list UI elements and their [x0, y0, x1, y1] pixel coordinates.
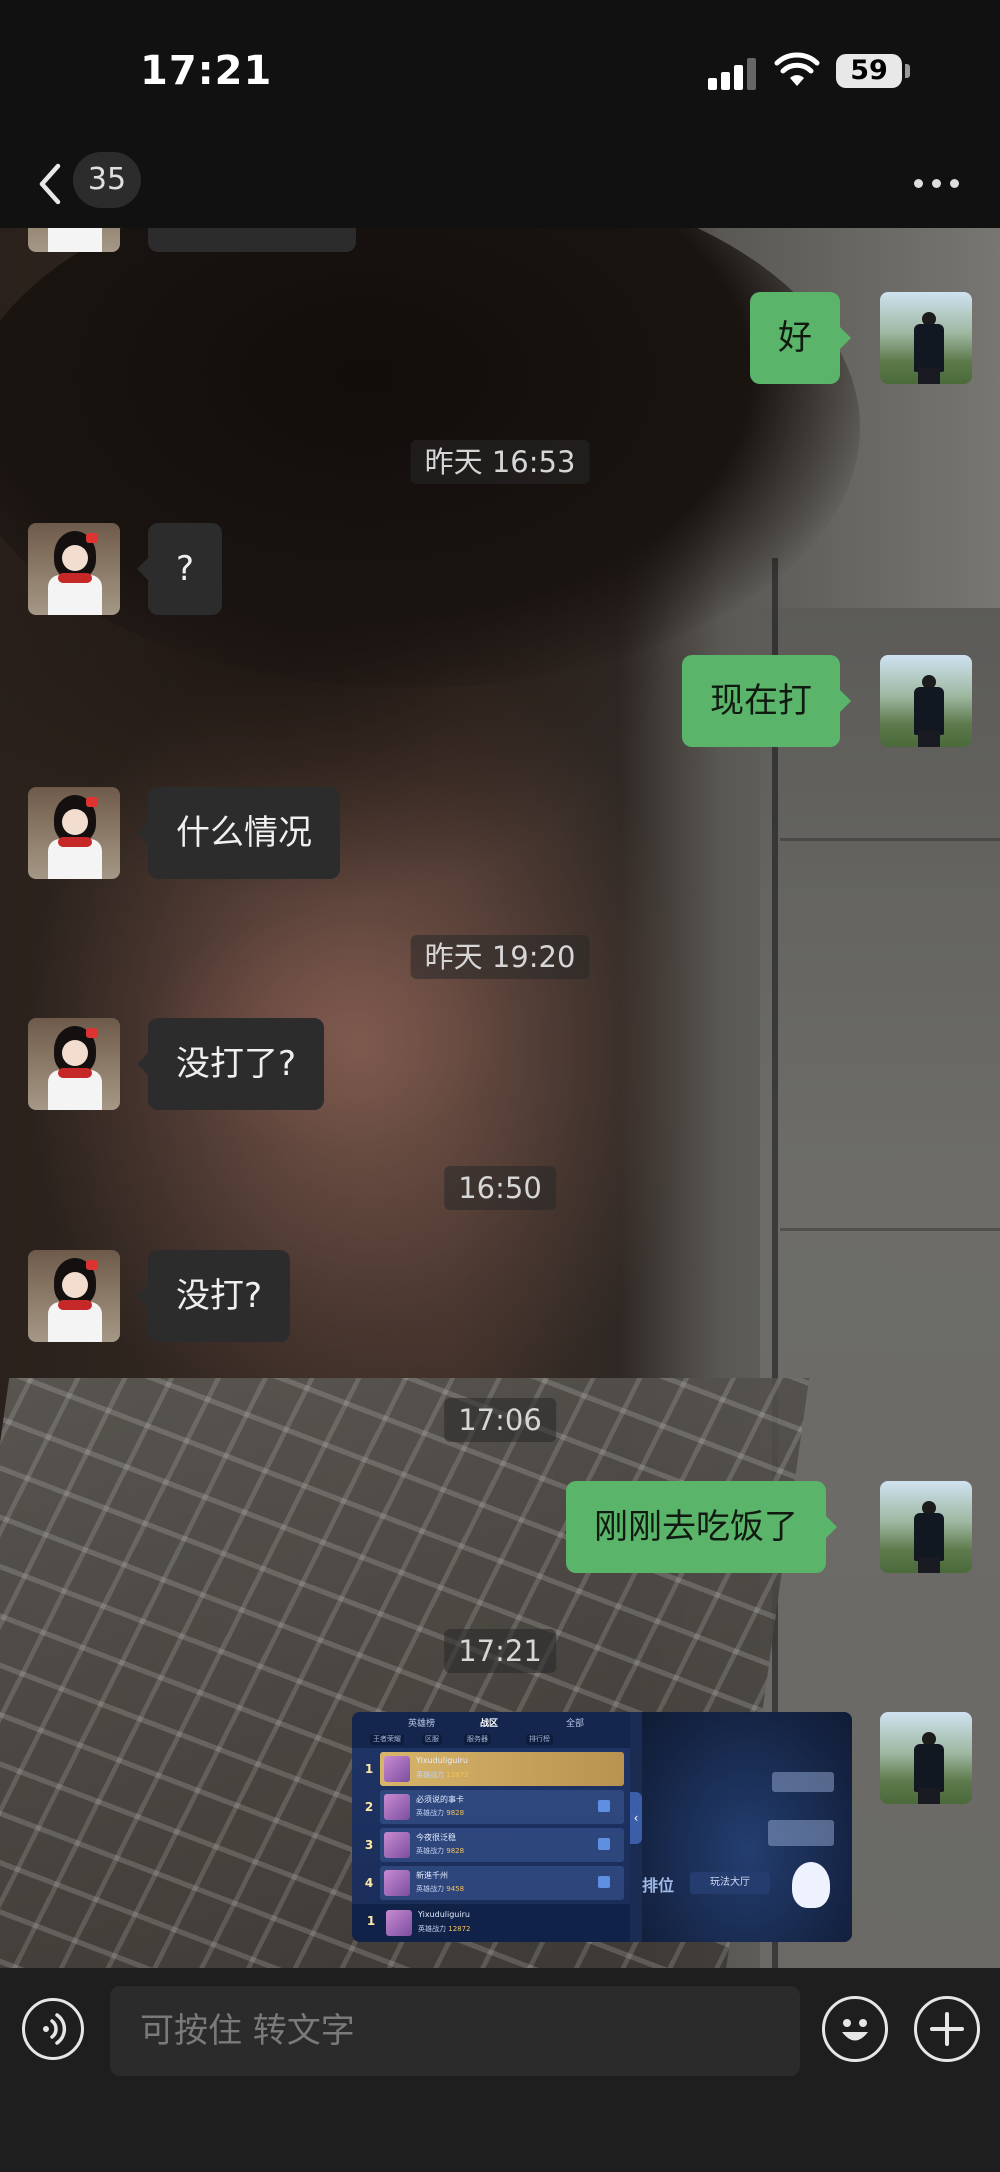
background-wall-joint [780, 838, 1000, 841]
background-wall-joint [780, 1228, 1000, 1231]
game-lobby-card [772, 1772, 834, 1792]
message-bubble-outgoing[interactable]: 现在打 [682, 655, 851, 747]
message-timestamp: 昨天 16:53 [410, 440, 590, 484]
game-like-icon [598, 1838, 610, 1850]
game-tab: 英雄榜 [408, 1719, 436, 1729]
contact-avatar[interactable] [28, 1018, 120, 1110]
my-avatar[interactable] [880, 655, 972, 747]
game-leaderboard-row: 4 新進千州 英雄战力 9458 [365, 1866, 624, 1900]
game-lobby-panel: 排位 玩法大厅 [642, 1712, 852, 1942]
game-leaderboard-row: 1 Yixuduliguiru 英雄战力 12872 [365, 1752, 624, 1786]
game-filter: 排行榜 [526, 1734, 553, 1745]
message-timestamp: 16:50 [444, 1166, 556, 1210]
game-player-name: 今夜很泛稳 [416, 1833, 456, 1842]
message-bubble-incoming[interactable]: ? [136, 523, 223, 615]
game-leaderboard-row: 2 必须说的事卡 英雄战力 9828 [365, 1790, 624, 1824]
game-self-row: 1 Yixuduliguiru 英雄战力 12872 [352, 1904, 630, 1942]
game-filter: 王者荣耀 [370, 1734, 404, 1745]
wifi-icon [774, 52, 820, 86]
message-bubble-outgoing[interactable]: 好 [750, 292, 851, 384]
game-rank: 1 [364, 1762, 374, 1776]
game-player-name: 新進千州 [416, 1871, 448, 1880]
game-player-avatar [384, 1756, 410, 1782]
game-leaderboard-header: 英雄榜 战区 全部 王者荣耀 区服 服务器 排行榜 [352, 1712, 630, 1748]
plus-icon[interactable] [914, 1996, 980, 2062]
voice-icon[interactable] [22, 1998, 84, 2060]
game-ranked-label: 排位 [642, 1876, 675, 1895]
game-player-name: Yixuduliguiru [416, 1756, 468, 1765]
ellipsis-icon[interactable] [908, 164, 968, 200]
game-rank: 1 [366, 1914, 376, 1928]
game-player-avatar [384, 1870, 410, 1896]
message-input[interactable] [110, 1986, 800, 2076]
my-avatar[interactable] [880, 292, 972, 384]
game-player-avatar [384, 1794, 410, 1820]
game-like-icon [598, 1800, 610, 1812]
game-player-power: 英雄战力 9828 [416, 1809, 465, 1817]
contact-avatar[interactable] [28, 1250, 120, 1342]
game-filter: 区服 [422, 1734, 442, 1745]
contact-avatar[interactable] [28, 523, 120, 615]
message-bubble-clipped[interactable] [148, 228, 356, 252]
cellular-signal-icon [708, 56, 760, 90]
game-tab: 全部 [566, 1719, 585, 1729]
game-player-power: 英雄战力 12872 [418, 1925, 471, 1933]
status-bar: 17:21 59 [0, 0, 1000, 140]
my-avatar[interactable] [880, 1481, 972, 1573]
game-player-power: 英雄战力 12872 [416, 1771, 469, 1779]
game-mode-button: 玩法大厅 [690, 1872, 770, 1894]
contact-avatar[interactable] [28, 228, 120, 252]
game-player-name: 必须说的事卡 [416, 1795, 464, 1804]
message-timestamp: 17:06 [444, 1398, 556, 1442]
game-player-avatar [386, 1910, 412, 1936]
game-collapse-handle: ‹ [630, 1792, 642, 1844]
game-like-icon [598, 1876, 610, 1888]
game-player-power: 英雄战力 9458 [416, 1885, 465, 1893]
game-leaderboard-row: 3 今夜很泛稳 英雄战力 9828 [365, 1828, 624, 1862]
game-mascot-icon [792, 1862, 830, 1908]
chat-nav-bar: 35 [0, 140, 1000, 228]
battery-cap [905, 64, 910, 78]
battery-indicator: 59 [836, 54, 902, 88]
message-bubble-incoming[interactable]: 没打了? [136, 1018, 325, 1110]
message-bubble-outgoing[interactable]: 刚刚去吃饭了 [566, 1481, 837, 1573]
my-avatar[interactable] [880, 1712, 972, 1804]
game-filter: 服务器 [464, 1734, 491, 1745]
game-leaderboard-panel: 英雄榜 战区 全部 王者荣耀 区服 服务器 排行榜 1 Yixuduliguir… [352, 1712, 630, 1942]
game-rank: 3 [364, 1838, 374, 1852]
game-tab-active: 战区 [480, 1719, 499, 1729]
game-rank: 2 [364, 1800, 374, 1814]
chat-input-bar [0, 1968, 1000, 2172]
image-message-game-screenshot[interactable]: 英雄榜 战区 全部 王者荣耀 区服 服务器 排行榜 1 Yixuduliguir… [352, 1712, 852, 1942]
message-timestamp: 昨天 19:20 [410, 935, 590, 979]
status-time: 17:21 [140, 48, 273, 94]
chevron-left-icon[interactable] [28, 156, 72, 212]
message-timestamp: 17:21 [444, 1629, 556, 1673]
game-player-avatar [384, 1832, 410, 1858]
message-bubble-incoming[interactable]: 什么情况 [137, 787, 340, 879]
game-rank: 4 [364, 1876, 374, 1890]
game-lobby-card [768, 1820, 834, 1846]
contact-avatar[interactable] [28, 787, 120, 879]
game-player-name: Yixuduliguiru [418, 1910, 470, 1919]
message-bubble-incoming[interactable]: 没打? [136, 1250, 291, 1342]
unread-count-badge[interactable]: 35 [73, 152, 141, 208]
game-player-power: 英雄战力 9828 [416, 1847, 465, 1855]
emoji-icon[interactable] [822, 1996, 888, 2062]
